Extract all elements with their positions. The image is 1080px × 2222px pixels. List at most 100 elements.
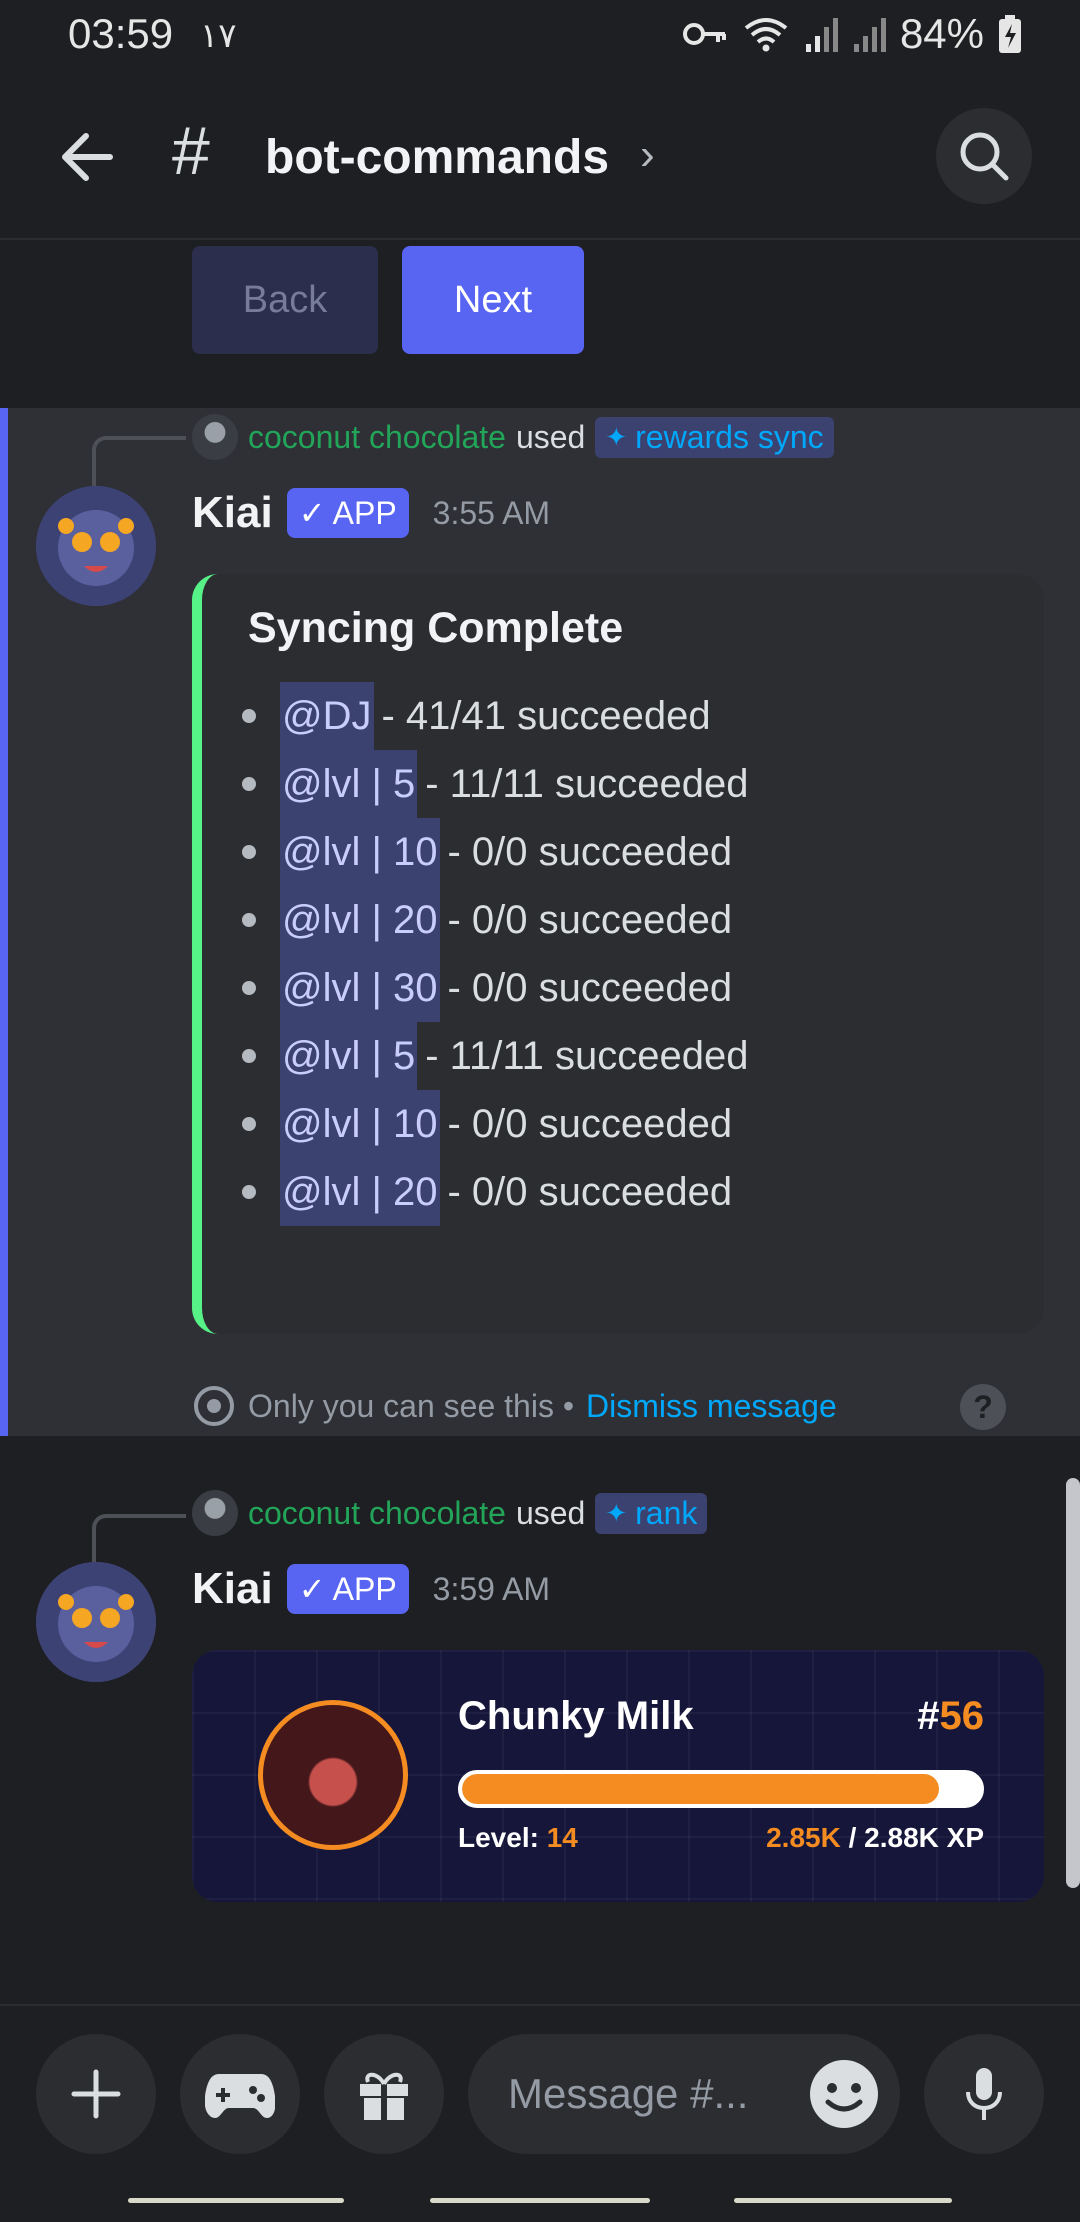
role-mention[interactable]: @lvl | 5 — [280, 750, 418, 818]
role-mention[interactable]: @lvl | 20 — [280, 886, 440, 954]
gift-button[interactable] — [324, 2034, 444, 2154]
rank-xp: 2.85K / 2.88K XP — [766, 1822, 984, 1854]
sync-result: - 0/0 succeeded — [447, 1169, 733, 1214]
gift-icon — [360, 2072, 408, 2120]
embed-list-item: @lvl | 10- 0/0 succeeded — [242, 818, 748, 886]
used-text: used — [515, 1494, 586, 1531]
used-text: used — [515, 418, 586, 455]
bullet-icon — [242, 913, 256, 927]
app-badge: ✓ APP — [286, 488, 409, 538]
author-name[interactable]: Kiai — [192, 488, 273, 538]
role-mention[interactable]: @lvl | 20 — [280, 1158, 440, 1226]
command-usage-line: coconut chocolate used ✦ rewards sync — [192, 414, 834, 460]
xp-total: / 2.88K XP — [848, 1822, 984, 1853]
add-button[interactable] — [36, 2034, 156, 2154]
command-chip[interactable]: ✦ rewards sync — [595, 416, 834, 458]
rank-number: 56 — [939, 1694, 985, 1738]
channel-name[interactable]: bot-commands — [265, 130, 609, 185]
author-name[interactable]: Kiai — [192, 1564, 273, 1614]
user-avatar[interactable] — [192, 1490, 238, 1536]
sync-result: - 0/0 succeeded — [447, 1101, 733, 1146]
back-button[interactable]: Back — [192, 246, 378, 354]
bullet-icon — [242, 981, 256, 995]
ephemeral-text: Only you can see this • — [248, 1387, 575, 1424]
sync-result: - 0/0 succeeded — [447, 965, 733, 1010]
user-avatar[interactable] — [192, 414, 238, 460]
message-placeholder: Message #... — [508, 2070, 749, 2117]
level-label: Level: — [458, 1822, 539, 1853]
battery-icon — [999, 15, 1021, 53]
sync-result: - 41/41 succeeded — [381, 693, 711, 738]
role-mention[interactable]: @lvl | 10 — [280, 1090, 440, 1158]
xp-progress-fill — [462, 1774, 939, 1804]
embed-list-item: @lvl | 30- 0/0 succeeded — [242, 954, 748, 1022]
dismiss-message-link[interactable]: Dismiss message — [586, 1388, 837, 1425]
search-icon — [960, 132, 1009, 181]
help-icon[interactable]: ? — [960, 1384, 1006, 1430]
bullet-icon — [242, 709, 256, 723]
rank-level: Level: 14 — [458, 1822, 578, 1854]
next-button[interactable]: Next — [402, 246, 584, 354]
plus-icon — [71, 2069, 121, 2119]
bot-avatar[interactable] — [36, 1562, 156, 1682]
message-timestamp: 3:59 AM — [432, 1570, 551, 1607]
rank-card[interactable]: Chunky Milk #56 Level: 14 2.85K / 2.88K … — [192, 1650, 1044, 1902]
search-button[interactable] — [936, 108, 1032, 204]
rank-username: Chunky Milk — [458, 1694, 694, 1738]
command-chip[interactable]: ✦ rank — [595, 1492, 708, 1534]
rank-avatar — [258, 1700, 408, 1850]
sync-result: - 0/0 succeeded — [447, 897, 733, 942]
command-name: rewards sync — [635, 418, 824, 455]
battery-percent: 84% — [899, 10, 984, 57]
command-usage-line: coconut chocolate used ✦ rank — [192, 1490, 708, 1536]
sync-embed: Syncing Complete @DJ - 41/41 succeeded @lv… — [192, 574, 1044, 1334]
activities-button[interactable] — [180, 2034, 300, 2154]
reply-connector — [92, 436, 186, 490]
smiley-icon — [810, 2060, 878, 2128]
sync-result: - 11/11 succeeded — [425, 1033, 749, 1078]
role-mention[interactable]: @DJ — [280, 682, 374, 750]
xp-current: 2.85K — [766, 1822, 841, 1853]
command-name: rank — [635, 1494, 698, 1531]
username[interactable]: coconut chocolate — [248, 1495, 506, 1532]
back-arrow-icon[interactable] — [52, 122, 122, 192]
status-date: ١٧ — [200, 17, 237, 55]
slash-command-icon: ✦ — [605, 1497, 628, 1528]
embed-list-item: @lvl | 5- 11/11 succeeded — [242, 750, 748, 818]
message-timestamp: 3:55 AM — [432, 494, 551, 531]
signal-icon-1 — [805, 18, 838, 52]
bot-avatar[interactable] — [36, 486, 156, 606]
emoji-button[interactable] — [802, 2052, 886, 2136]
microphone-icon — [966, 2068, 1002, 2120]
xp-progress-bar — [458, 1770, 984, 1808]
chevron-right-icon[interactable]: › — [640, 130, 655, 180]
bullet-icon — [242, 1185, 256, 1199]
wifi-icon — [744, 18, 788, 52]
embed-list-item: @lvl | 20- 0/0 succeeded — [242, 1158, 748, 1226]
embed-list-item: @lvl | 5- 11/11 succeeded — [242, 1022, 748, 1090]
reply-connector — [92, 1514, 186, 1568]
role-mention[interactable]: @lvl | 10 — [280, 818, 440, 886]
status-time: 03:59 — [68, 10, 174, 57]
status-bar: 03:59 ١٧ 84% — [0, 0, 1080, 72]
rank-position: #56 — [917, 1694, 984, 1739]
embed-list-item: @lvl | 20- 0/0 succeeded — [242, 886, 748, 954]
sync-result: - 0/0 succeeded — [447, 829, 733, 874]
nav-handle-2[interactable] — [430, 2198, 650, 2203]
bullet-icon — [242, 1049, 256, 1063]
message-input[interactable]: Message #... — [468, 2034, 900, 2154]
bullet-icon — [242, 1117, 256, 1131]
username[interactable]: coconut chocolate — [248, 419, 506, 456]
channel-hash-icon: # — [172, 113, 210, 189]
gamepad-icon — [205, 2074, 275, 2118]
key-icon — [682, 23, 726, 45]
nav-handle-1[interactable] — [128, 2198, 344, 2203]
scrollbar[interactable] — [1066, 1478, 1080, 1888]
embed-list-item: @lvl | 10- 0/0 succeeded — [242, 1090, 748, 1158]
role-mention[interactable]: @lvl | 5 — [280, 1022, 418, 1090]
channel-header: # bot-commands › — [0, 72, 1080, 240]
voice-message-button[interactable] — [924, 2034, 1044, 2154]
level-value: 14 — [546, 1822, 578, 1853]
nav-handle-3[interactable] — [734, 2198, 952, 2203]
role-mention[interactable]: @lvl | 30 — [280, 954, 440, 1022]
